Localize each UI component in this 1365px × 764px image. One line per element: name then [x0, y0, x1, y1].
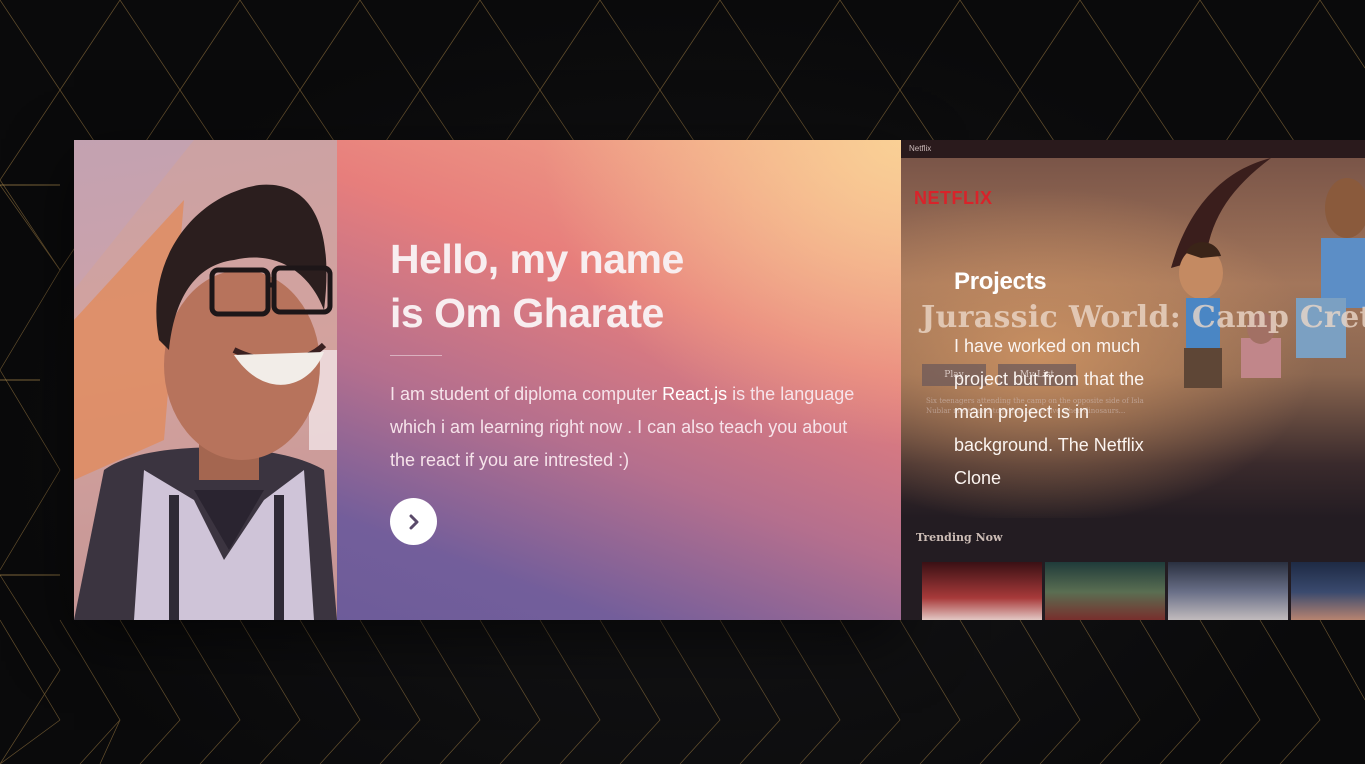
projects-heading: Projects	[954, 268, 1047, 295]
next-slide-button[interactable]	[390, 498, 437, 545]
intro-panel: Hello, my name is Om Gharate I am studen…	[337, 140, 901, 620]
bio-text: I am student of diploma computer React.j…	[390, 378, 860, 477]
profile-card: Hello, my name is Om Gharate I am studen…	[74, 140, 901, 620]
window-titlebar: Netflix	[901, 140, 1365, 158]
title-line-2: is Om Gharate	[390, 290, 664, 336]
movie-thumbnail[interactable]	[1045, 562, 1165, 620]
projects-description: I have worked on much project but from t…	[954, 336, 1145, 488]
netflix-logo: NETFLIX	[914, 188, 993, 208]
bio-highlight: React.js	[662, 384, 728, 404]
project-slide: Netflix NETFLIX Jurassic World: Camp Cre…	[901, 140, 1365, 620]
title-divider	[390, 355, 442, 356]
movie-thumbnail[interactable]	[922, 562, 1042, 620]
movie-thumbnail[interactable]	[1168, 562, 1288, 620]
person-illustration	[74, 140, 337, 620]
page-title: Hello, my name is Om Gharate	[390, 232, 810, 340]
trending-row-title: Trending Now	[916, 531, 1003, 544]
bio-intro: I am student of diploma computer	[390, 384, 663, 404]
movie-thumbnail[interactable]	[1291, 562, 1365, 620]
title-line-1: Hello, my name	[390, 236, 684, 282]
profile-photo	[74, 140, 337, 620]
chevron-right-icon	[409, 514, 418, 529]
